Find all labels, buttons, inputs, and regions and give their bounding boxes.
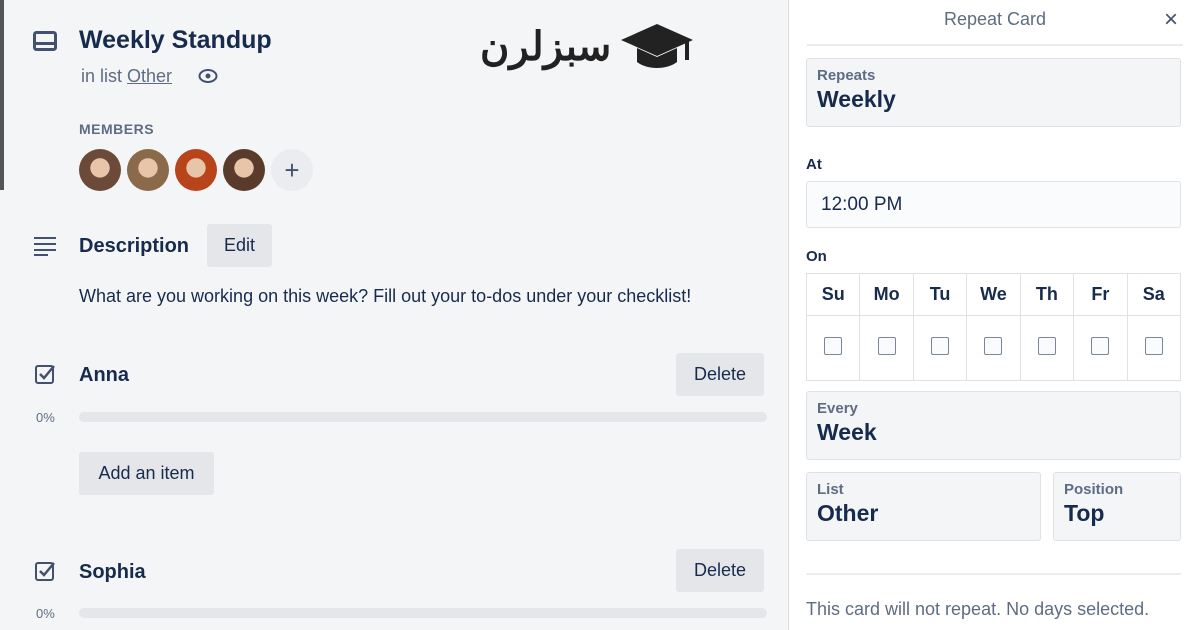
every-select[interactable]: Every Week: [806, 391, 1181, 460]
checklist-title[interactable]: Anna: [79, 364, 129, 387]
days-grid: Su Mo Tu We Th Fr Sa: [805, 273, 1182, 381]
day-checkbox[interactable]: [824, 336, 843, 355]
day-cell: [1019, 315, 1075, 381]
position-label: Position: [1064, 481, 1124, 498]
add-item-button[interactable]: Add an item: [79, 452, 214, 495]
backdrop-edge: [0, 0, 4, 190]
delete-checklist-button[interactable]: Delete: [676, 549, 764, 592]
checklist-progress: [79, 412, 767, 422]
member-avatar[interactable]: [79, 149, 121, 191]
divider: [806, 573, 1181, 575]
divider: [807, 44, 1183, 46]
checklist-icon: [35, 562, 55, 581]
delete-checklist-button[interactable]: Delete: [676, 353, 764, 396]
day-cell: [859, 315, 914, 381]
repeats-label: Repeats: [817, 67, 876, 84]
list-prefix: in list: [81, 66, 123, 86]
time-input[interactable]: 12:00 PM: [806, 181, 1181, 228]
watermark-text: سبزلرن: [480, 25, 612, 69]
every-value: Week: [817, 419, 877, 445]
every-label: Every: [817, 400, 858, 417]
day-checkbox[interactable]: [1144, 336, 1163, 355]
description-text[interactable]: What are you working on this week? Fill …: [79, 286, 691, 307]
day-label: We: [966, 273, 1021, 316]
edit-description-button[interactable]: Edit: [207, 224, 272, 267]
graduation-cap-icon: [621, 24, 694, 68]
day-cell: [1073, 315, 1128, 381]
day-cell: [1126, 315, 1182, 381]
day-label: Tu: [912, 273, 968, 316]
members-list: +: [79, 149, 313, 191]
list-link[interactable]: Other: [127, 66, 172, 86]
day-label: Mo: [859, 273, 914, 316]
day-label: Th: [1019, 273, 1075, 316]
at-label: At: [806, 156, 822, 173]
member-avatar[interactable]: [175, 149, 217, 191]
card-title[interactable]: Weekly Standup: [79, 26, 272, 55]
day-checkbox[interactable]: [984, 336, 1003, 355]
close-icon[interactable]: ×: [1164, 6, 1178, 34]
list-label: List: [817, 481, 844, 498]
checklist-percent: 0%: [36, 410, 55, 425]
day-checkbox[interactable]: [1091, 336, 1110, 355]
add-member-button[interactable]: +: [271, 149, 313, 191]
description-icon: [34, 237, 56, 256]
repeats-select[interactable]: Repeats Weekly: [806, 58, 1181, 127]
day-checkbox[interactable]: [877, 336, 896, 355]
checklist-icon: [35, 365, 55, 384]
watermark-logo: سبزلرن: [480, 22, 694, 72]
card-icon: [33, 31, 57, 51]
on-label: On: [806, 248, 827, 265]
checklist-progress: [79, 608, 767, 618]
card-detail: Weekly Standup in list Other MEMBERS + D…: [0, 0, 788, 630]
checklist-percent: 0%: [36, 606, 55, 621]
repeats-value: Weekly: [817, 86, 896, 112]
eye-icon[interactable]: [198, 68, 218, 84]
description-heading: Description: [79, 235, 190, 257]
day-label: Fr: [1073, 273, 1128, 316]
checklist-title[interactable]: Sophia: [79, 561, 146, 584]
list-value: Other: [817, 500, 879, 526]
day-cell: [912, 315, 968, 381]
position-value: Top: [1064, 500, 1105, 526]
members-label: MEMBERS: [79, 121, 155, 137]
day-cell: [966, 315, 1021, 381]
panel-title: Repeat Card: [943, 9, 1047, 29]
list-select[interactable]: List Other: [806, 472, 1041, 541]
list-info: in list Other: [81, 66, 172, 87]
position-select[interactable]: Position Top: [1053, 472, 1181, 541]
member-avatar[interactable]: [223, 149, 265, 191]
day-checkbox[interactable]: [1037, 336, 1056, 355]
day-checkbox[interactable]: [931, 336, 950, 355]
member-avatar[interactable]: [127, 149, 169, 191]
day-cell: [805, 315, 861, 381]
repeat-status-note: This card will not repeat. No days selec…: [806, 599, 1150, 619]
day-label: Su: [805, 273, 861, 316]
day-label: Sa: [1126, 273, 1182, 316]
